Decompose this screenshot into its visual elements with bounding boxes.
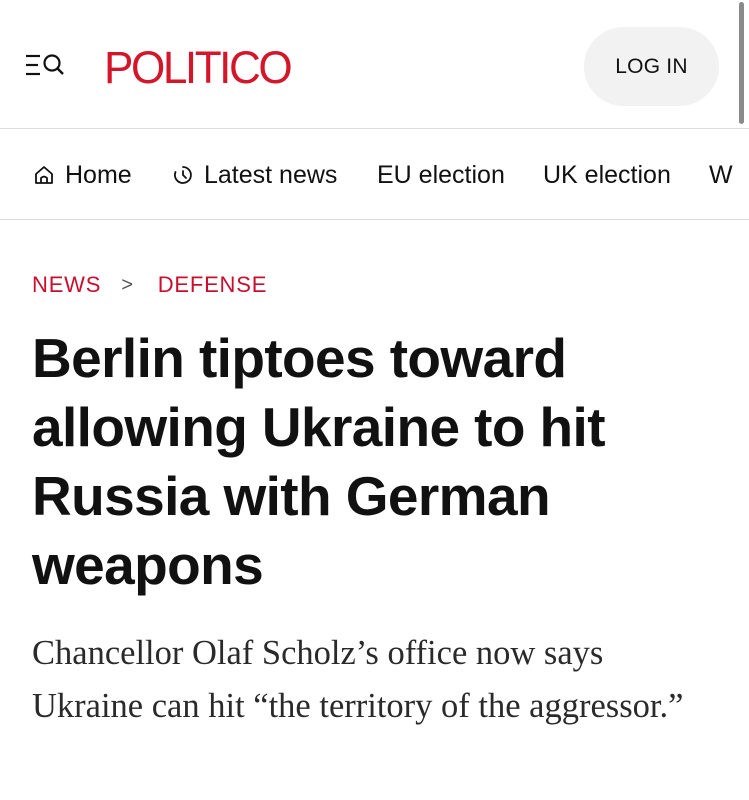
top-nav: Home Latest news EU election UK election… (0, 129, 749, 220)
nav-item-overflow[interactable]: W (709, 157, 733, 193)
breadcrumb-separator: > (121, 273, 134, 296)
scrollbar-thumb[interactable] (739, 2, 744, 124)
article-dek: Chancellor Olaf Scholz’s office now says… (32, 634, 684, 725)
site-header: POLITICO LOG IN (0, 0, 749, 129)
nav-item-label: W (709, 160, 733, 189)
nav-item-label: Home (65, 160, 132, 189)
nav-item-eu-election[interactable]: EU election (377, 157, 505, 193)
breadcrumb-defense-link[interactable]: DEFENSE (158, 272, 268, 298)
nav-item-label: EU election (377, 160, 505, 189)
clock-icon (172, 164, 204, 186)
nav-item-label: Latest news (204, 160, 338, 189)
nav-item-uk-election[interactable]: UK election (543, 157, 671, 193)
politico-logo[interactable]: POLITICO (104, 38, 293, 98)
nav-item-latest-news[interactable]: Latest news (172, 157, 337, 193)
article-headline: Berlin tiptoes toward allowing Ukraine t… (32, 327, 606, 596)
breadcrumb: NEWS > DEFENSE (32, 270, 267, 300)
menu-search-button[interactable] (24, 45, 74, 85)
home-icon (33, 164, 65, 186)
login-button[interactable]: LOG IN (584, 27, 719, 106)
breadcrumb-news-link[interactable]: NEWS (32, 272, 101, 298)
nav-item-label: UK election (543, 160, 671, 189)
nav-item-home[interactable]: Home (33, 157, 132, 193)
menu-search-icon (24, 52, 66, 78)
